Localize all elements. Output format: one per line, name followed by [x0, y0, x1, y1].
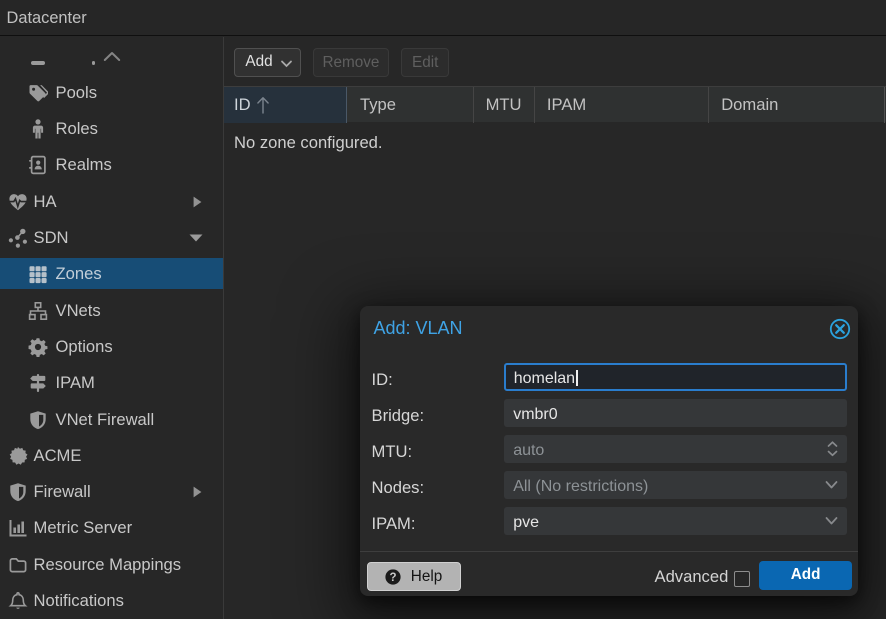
svg-text:?: ? — [390, 572, 397, 584]
